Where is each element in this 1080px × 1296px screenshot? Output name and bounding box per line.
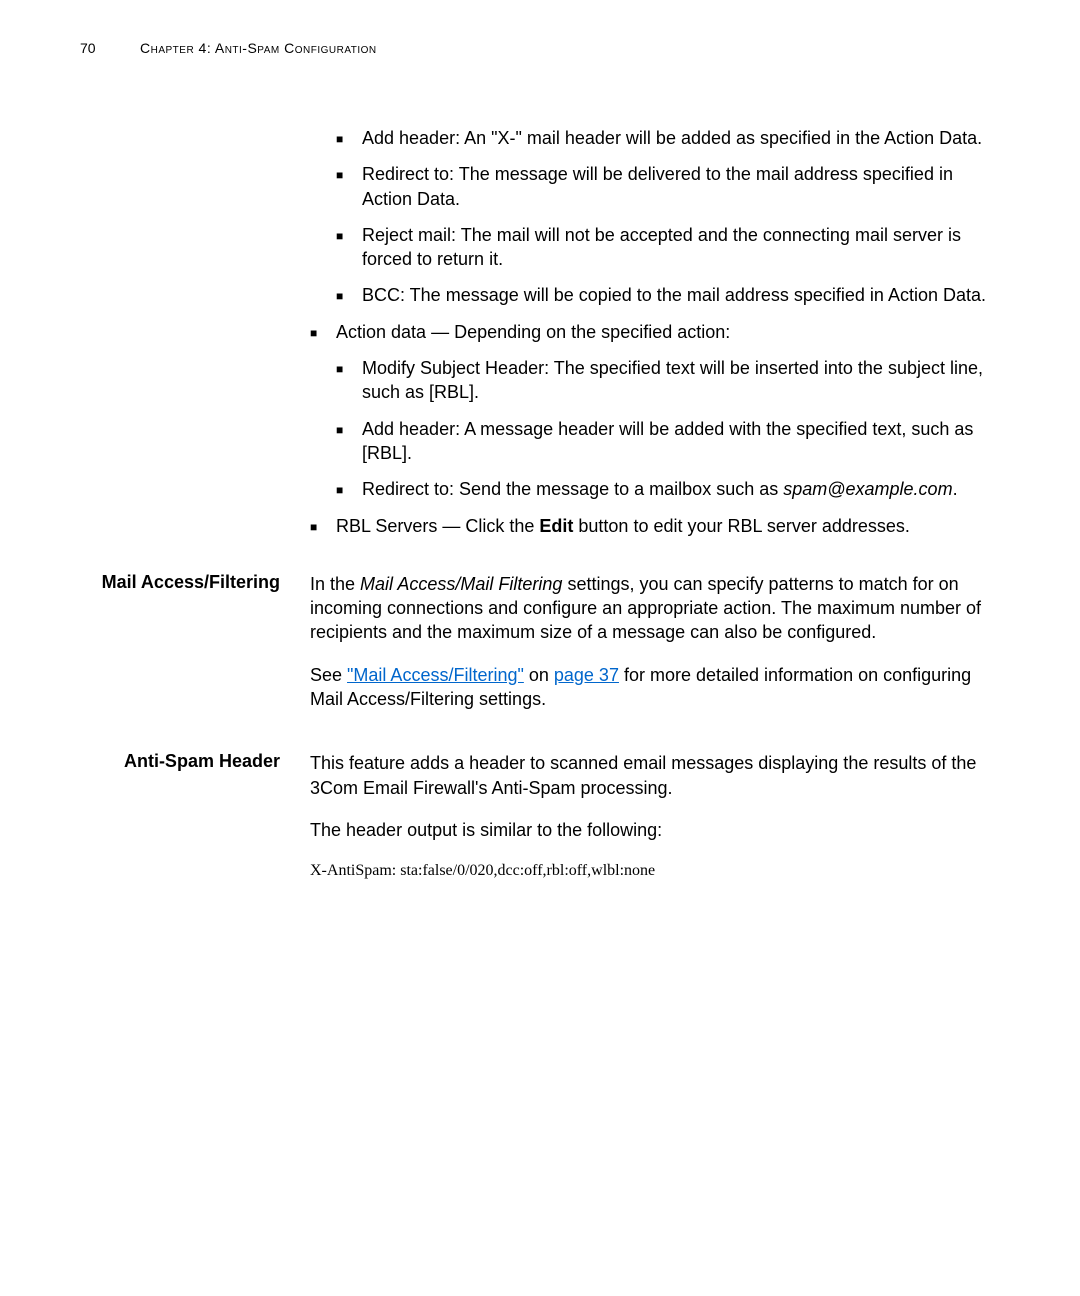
bullet-text: Redirect to: The message will be deliver…: [362, 162, 1000, 211]
section-label-antispam-header: Anti-Spam Header: [80, 751, 310, 881]
bullet-marker: ■: [336, 356, 362, 405]
bullet-text: RBL Servers — Click the Edit button to e…: [336, 514, 1000, 538]
paragraph: The header output is similar to the foll…: [310, 818, 1000, 842]
bullet-text: Redirect to: Send the message to a mailb…: [362, 477, 1000, 501]
bullet-marker: ■: [310, 514, 336, 538]
text-run: In the: [310, 574, 360, 594]
text-run: Redirect to: Send the message to a mailb…: [362, 479, 783, 499]
text-run: .: [953, 479, 958, 499]
link-mail-access-filtering[interactable]: "Mail Access/Filtering": [347, 665, 524, 685]
sub-bullet: ■ Modify Subject Header: The specified t…: [336, 356, 1000, 405]
sub-bullet: ■ Add header: An "X-" mail header will b…: [336, 126, 1000, 150]
text-run: on: [524, 665, 554, 685]
bullet-marker: ■: [336, 162, 362, 211]
page-header: 70 Chapter 4: Anti-Spam Configuration: [80, 40, 1000, 56]
text-run: See: [310, 665, 347, 685]
sub-bullet: ■ Redirect to: Send the message to a mai…: [336, 477, 1000, 501]
bullet-text: Action data — Depending on the specified…: [336, 320, 1000, 344]
bullet-marker: ■: [336, 417, 362, 466]
text-run: RBL Servers — Click the: [336, 516, 539, 536]
top-bullet: ■ RBL Servers — Click the Edit button to…: [310, 514, 1000, 538]
bullet-text: Add header: An "X-" mail header will be …: [362, 126, 1000, 150]
page-number: 70: [80, 40, 140, 56]
italic-text: Mail Access/Mail Filtering: [360, 574, 562, 594]
sub-bullet: ■ Redirect to: The message will be deliv…: [336, 162, 1000, 211]
bullet-marker: ■: [336, 126, 362, 150]
bullet-text: BCC: The message will be copied to the m…: [362, 283, 1000, 307]
bullet-text: Add header: A message header will be add…: [362, 417, 1000, 466]
bullet-text: Modify Subject Header: The specified tex…: [362, 356, 1000, 405]
bullet-marker: ■: [336, 223, 362, 272]
bullet-marker: ■: [310, 320, 336, 344]
link-page-37[interactable]: page 37: [554, 665, 619, 685]
sub-bullet: ■ Add header: A message header will be a…: [336, 417, 1000, 466]
paragraph: This feature adds a header to scanned em…: [310, 751, 1000, 800]
bullet-marker: ■: [336, 283, 362, 307]
bold-text: Edit: [539, 516, 573, 536]
paragraph: In the Mail Access/Mail Filtering settin…: [310, 572, 1000, 645]
text-run: button to edit your RBL server addresses…: [573, 516, 910, 536]
paragraph: See "Mail Access/Filtering" on page 37 f…: [310, 663, 1000, 712]
top-bullet: ■ Action data — Depending on the specifi…: [310, 320, 1000, 344]
chapter-title: Chapter 4: Anti-Spam Configuration: [140, 40, 377, 56]
sub-bullet: ■ Reject mail: The mail will not be acce…: [336, 223, 1000, 272]
bullet-marker: ■: [336, 477, 362, 501]
sub-bullet: ■ BCC: The message will be copied to the…: [336, 283, 1000, 307]
section-label-mail-access: Mail Access/Filtering: [80, 572, 310, 729]
code-sample: X-AntiSpam: sta:false/0/020,dcc:off,rbl:…: [310, 860, 1000, 882]
italic-text: spam@example.com: [783, 479, 952, 499]
bullet-text: Reject mail: The mail will not be accept…: [362, 223, 1000, 272]
